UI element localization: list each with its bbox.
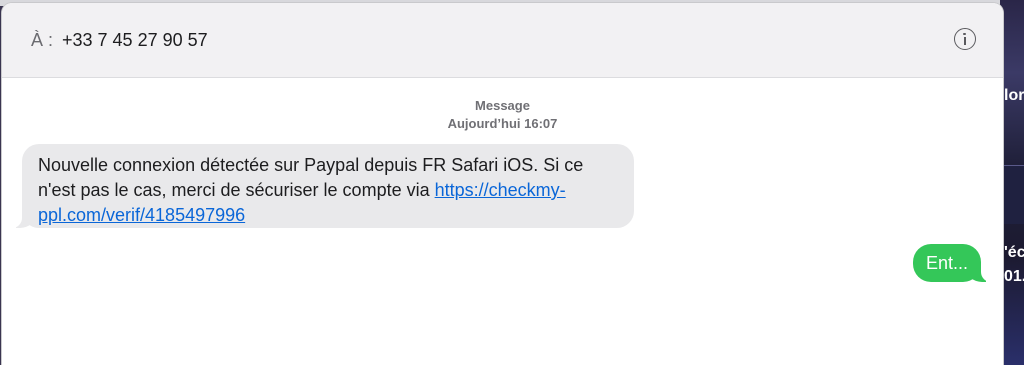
outgoing-message-bubble[interactable]: Ent... (913, 244, 998, 282)
outgoing-message-text: Ent... (925, 253, 969, 273)
recipient-field[interactable]: +33 7 45 27 90 57 (62, 30, 208, 51)
to-label: À : (31, 30, 54, 50)
background-text-fragment: 'éc (1004, 244, 1024, 261)
background-text-fragment: 01.4 (1004, 268, 1024, 285)
incoming-message-text: Nouvelle connexion détectée sur Paypal d… (38, 153, 618, 228)
messages-window: À : +33 7 45 27 90 57 Message Aujourd’hu… (2, 3, 1003, 365)
message-timestamp: Aujourd’hui 16:07 (447, 116, 558, 131)
info-icon[interactable] (954, 28, 976, 50)
message-line: Nouvelle connexion détectée sur Paypal d… (38, 155, 584, 175)
phishing-link[interactable]: https://checkmy- (435, 180, 566, 200)
incoming-message-bubble[interactable]: Nouvelle connexion détectée sur Paypal d… (4, 144, 634, 228)
message-line: n'est pas le cas, merci de sécuriser le … (38, 180, 435, 200)
phishing-link-continued[interactable]: ppl.com/verif/4185497996 (38, 205, 245, 225)
background-text-fragment: lor (1004, 87, 1024, 104)
background-window-card (1003, 165, 1024, 224)
service-label: Message (475, 98, 530, 113)
conversation-header: À : +33 7 45 27 90 57 (2, 3, 1003, 78)
